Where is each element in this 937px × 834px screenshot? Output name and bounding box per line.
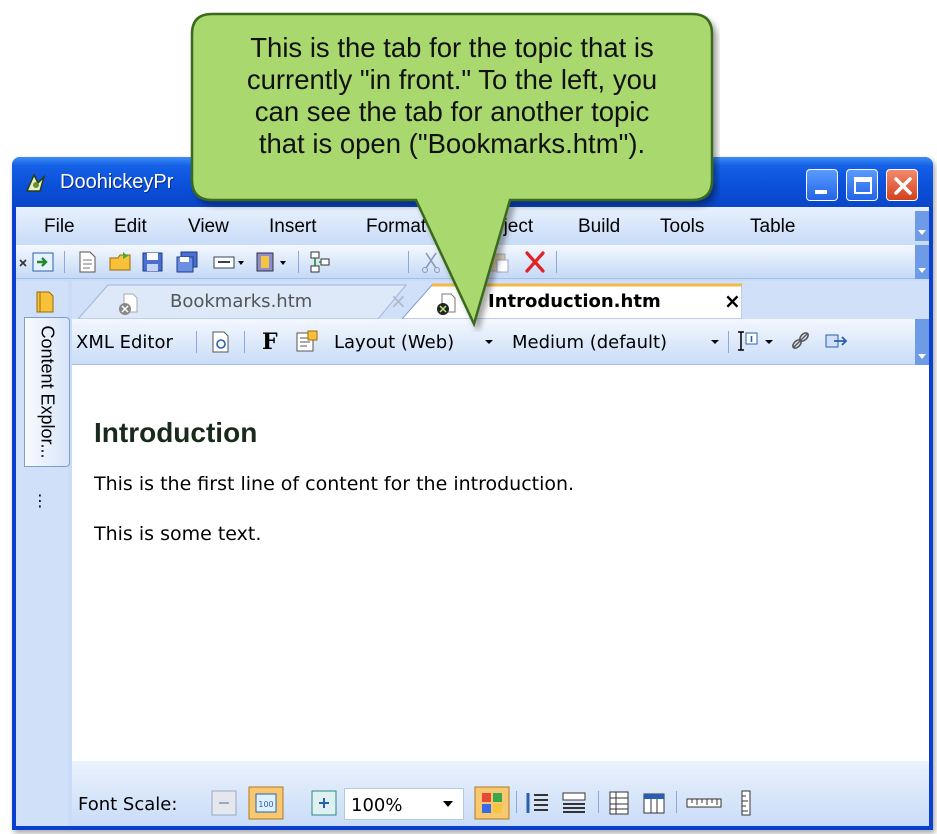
- window-title: DoohickeyPr: [60, 171, 174, 193]
- minimize-icon: [815, 190, 827, 194]
- flare-app-icon: [25, 173, 46, 192]
- toolbar-separator: [64, 251, 65, 273]
- table-grid-icon[interactable]: [606, 789, 634, 817]
- document-paragraph[interactable]: This is some text.: [94, 523, 261, 545]
- menu-edit[interactable]: Edit: [114, 216, 147, 238]
- preview-icon[interactable]: [208, 330, 234, 354]
- new-document-icon[interactable]: [74, 250, 100, 274]
- chevron-down-icon[interactable]: [482, 329, 496, 353]
- callout-line: can see the tab for another topic: [254, 96, 650, 127]
- toolbar-separator: [676, 791, 677, 813]
- block-bars-icon[interactable]: [560, 789, 588, 817]
- content-explorer-icon[interactable]: [34, 289, 56, 315]
- zoom-in-button[interactable]: [310, 789, 338, 817]
- toolbar-separator: [516, 791, 517, 813]
- save-icon[interactable]: [140, 250, 166, 274]
- zoom-value: 100%: [351, 795, 403, 816]
- zoom-out-button[interactable]: [210, 789, 238, 817]
- open-folder-icon[interactable]: [108, 250, 134, 274]
- callout-line: that is open ("Bookmarks.htm").: [258, 128, 646, 159]
- close-icon: [894, 177, 912, 195]
- toolbar-grip-icon: [19, 259, 27, 267]
- layout-dropdown[interactable]: Layout (Web): [334, 332, 454, 353]
- stylesheet-icon[interactable]: [294, 329, 320, 353]
- font-button[interactable]: F: [262, 329, 278, 355]
- cross-reference-icon[interactable]: [824, 329, 850, 353]
- document-heading[interactable]: Introduction: [94, 417, 257, 449]
- callout-text: This is the tab for the topic that is cu…: [196, 32, 708, 160]
- callout-annotation: This is the tab for the topic that is cu…: [190, 12, 720, 332]
- menu-overflow-chevron[interactable]: [915, 211, 929, 241]
- side-panel: Content Explor... ⋮: [16, 281, 70, 826]
- callout-line: This is the tab for the topic that is: [250, 32, 654, 63]
- toolbar-separator: [196, 331, 197, 353]
- content-explorer-tab[interactable]: Content Explor...: [24, 317, 70, 467]
- medium-dropdown[interactable]: Medium (default): [512, 332, 667, 353]
- font-scale-label: Font Scale:: [78, 794, 178, 815]
- menu-table[interactable]: Table: [750, 216, 795, 238]
- toolbar-separator: [244, 331, 245, 353]
- toolbar-separator: [598, 791, 599, 813]
- content-explorer-label: Content Explor...: [37, 325, 58, 459]
- minimize-button[interactable]: [806, 169, 838, 201]
- chevron-down-icon[interactable]: [762, 329, 776, 353]
- tab-close-icon[interactable]: ×: [724, 289, 741, 313]
- close-window-button[interactable]: [886, 169, 918, 201]
- document-editor[interactable]: Introduction This is the first line of c…: [72, 365, 929, 761]
- svg-text:100: 100: [258, 800, 273, 809]
- toolbar-separator: [728, 331, 729, 353]
- font-scale-toolbar: Font Scale: 100 100%: [72, 761, 929, 826]
- chevron-down-icon[interactable]: [443, 801, 453, 807]
- hyperlink-icon[interactable]: [788, 329, 814, 353]
- ruler-vertical-icon[interactable]: [732, 789, 760, 817]
- show-blocks-button[interactable]: [474, 786, 510, 820]
- ruler-horizontal-icon[interactable]: [684, 789, 724, 817]
- maximize-icon: [854, 177, 872, 194]
- menu-file[interactable]: File: [44, 216, 75, 238]
- topic-file-icon: [119, 293, 138, 315]
- table-columns-icon[interactable]: [640, 789, 668, 817]
- xml-editor-button[interactable]: XML Editor: [76, 332, 173, 353]
- maximize-button[interactable]: [846, 169, 878, 201]
- editor-toolbar-overflow-chevron[interactable]: [915, 319, 929, 365]
- reset-zoom-button[interactable]: 100: [248, 786, 284, 820]
- insert-text-icon[interactable]: [734, 329, 760, 353]
- zoom-dropdown[interactable]: 100%: [344, 788, 464, 820]
- callout-line: currently "in front." To the left, you: [246, 64, 658, 95]
- side-panel-more[interactable]: ⋮: [32, 491, 48, 510]
- chevron-down-icon[interactable]: [708, 329, 722, 353]
- span-bars-icon[interactable]: [524, 789, 552, 817]
- bind-icon[interactable]: [30, 250, 56, 274]
- toolbar-overflow-chevron[interactable]: [915, 245, 929, 279]
- document-paragraph[interactable]: This is the first line of content for th…: [94, 473, 574, 495]
